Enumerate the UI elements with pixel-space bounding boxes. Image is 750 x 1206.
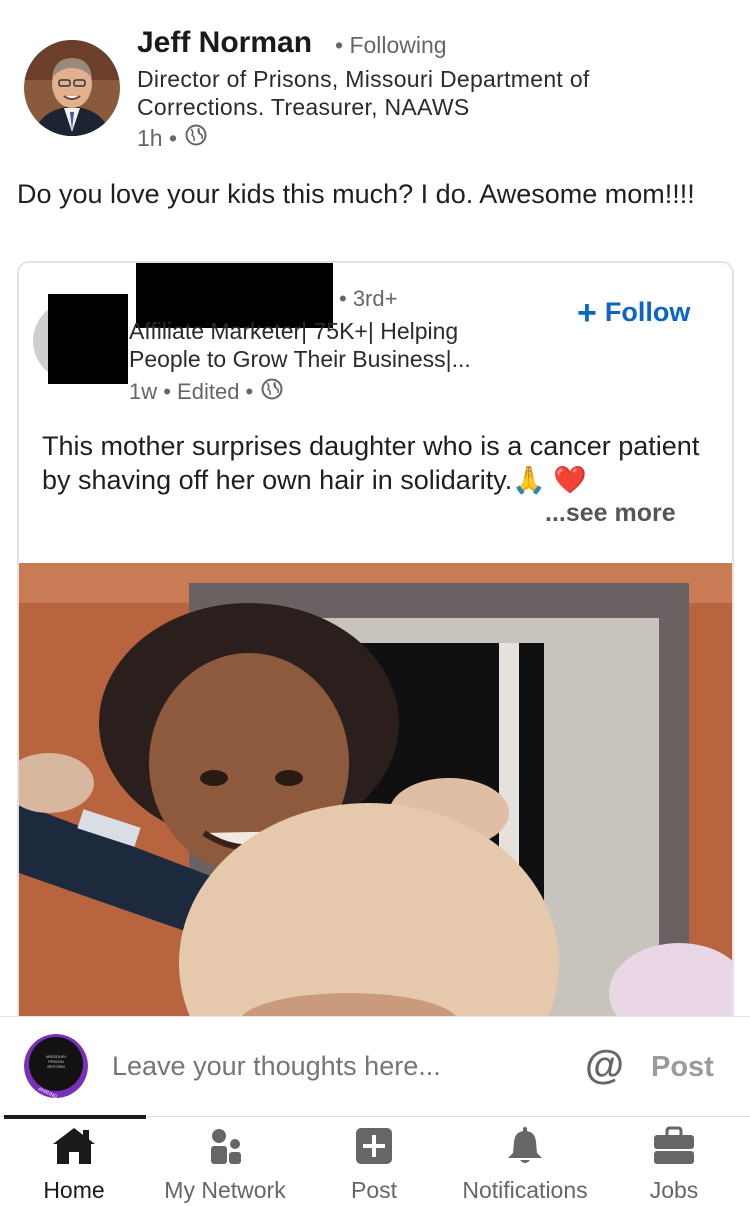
- tab-post[interactable]: Post: [334, 1120, 414, 1206]
- post-video[interactable]: [19, 563, 732, 1041]
- author-headline: Director of Prisons, Missouri Department…: [137, 66, 590, 120]
- tab-label: Post: [350, 1177, 398, 1203]
- network-icon: [205, 1120, 245, 1171]
- globe-icon: [261, 378, 283, 406]
- post-comment-button[interactable]: Post: [651, 1051, 714, 1084]
- post-meta: 1h •: [137, 124, 207, 152]
- tab-label: My Network: [164, 1177, 286, 1203]
- plus-icon: +: [577, 293, 597, 332]
- follow-button[interactable]: + Follow: [577, 293, 691, 332]
- globe-icon: [185, 124, 207, 152]
- tab-label: Notifications: [462, 1177, 588, 1203]
- post-time: 1h •: [137, 124, 178, 151]
- shared-post-meta: 1w • Edited •: [129, 378, 283, 406]
- comment-bar: MISSOURI PRISON REFORM #HIRING @ Post: [0, 1016, 750, 1116]
- svg-text:REFORM: REFORM: [47, 1064, 64, 1069]
- post-icon: [354, 1120, 394, 1171]
- bell-icon: [505, 1120, 545, 1171]
- shared-post-card[interactable]: • 3rd+ Affiliate Marketer| 75K+| Helping…: [17, 261, 734, 1041]
- author-avatar[interactable]: [24, 40, 120, 136]
- connection-degree: • 3rd+: [339, 286, 398, 311]
- tab-home[interactable]: Home: [36, 1120, 112, 1206]
- tab-notifications[interactable]: Notifications: [450, 1120, 600, 1206]
- shared-author-headline: Affiliate Marketer| 75K+| Helping People…: [129, 318, 471, 372]
- tab-jobs[interactable]: Jobs: [638, 1120, 710, 1206]
- following-status: • Following: [335, 32, 447, 58]
- mention-icon[interactable]: @: [585, 1044, 624, 1086]
- author-name[interactable]: Jeff Norman: [137, 26, 312, 60]
- see-more-link[interactable]: ...see more: [545, 499, 676, 528]
- active-tab-indicator: [4, 1115, 146, 1119]
- commenter-avatar[interactable]: MISSOURI PRISON REFORM #HIRING: [24, 1034, 88, 1098]
- post-text: Do you love your kids this much? I do. A…: [17, 179, 695, 209]
- follow-label: Follow: [604, 297, 691, 327]
- tab-label: Home: [43, 1177, 105, 1203]
- tab-my-network[interactable]: My Network: [150, 1120, 300, 1206]
- shared-post-text: This mother surprises daughter who is a …: [42, 431, 700, 495]
- shared-post-time: 1w • Edited •: [129, 379, 254, 404]
- redaction-box: [48, 294, 128, 384]
- home-icon: [51, 1120, 97, 1171]
- briefcase-icon: [653, 1120, 695, 1171]
- tab-label: Jobs: [649, 1177, 699, 1203]
- comment-input[interactable]: [112, 1051, 466, 1082]
